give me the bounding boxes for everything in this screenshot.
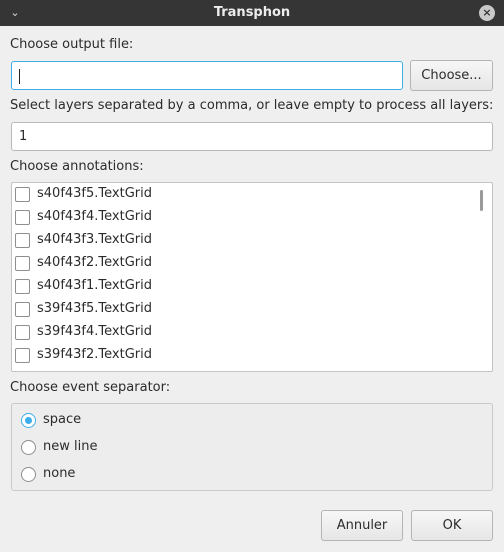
annotation-label: s39f43f4.TextGrid — [37, 324, 152, 339]
annotation-checkbox[interactable] — [15, 187, 30, 202]
list-item[interactable]: s40f43f5.TextGrid — [12, 183, 472, 206]
annotation-label: s40f43f2.TextGrid — [37, 255, 152, 270]
radio-button[interactable] — [21, 467, 36, 482]
scrollbar-thumb[interactable] — [480, 190, 483, 211]
annotation-checkbox[interactable] — [15, 256, 30, 271]
radio-label: space — [43, 412, 82, 427]
annotation-label: s40f43f5.TextGrid — [37, 186, 152, 201]
radio-label: new line — [43, 439, 98, 454]
radio-label: none — [43, 466, 76, 481]
output-file-input[interactable] — [11, 61, 403, 90]
radio-option-space[interactable]: space — [20, 410, 220, 432]
annotation-label: s40f43f1.TextGrid — [37, 278, 152, 293]
radio-option-new-line[interactable]: new line — [20, 437, 220, 459]
text-caret — [19, 69, 20, 84]
list-item[interactable]: s40f43f2.TextGrid — [12, 252, 472, 275]
layers-label: Select layers separated by a comma, or l… — [10, 98, 494, 113]
annotation-checkbox[interactable] — [15, 210, 30, 225]
layers-value: 1 — [19, 129, 28, 144]
annotations-label: Choose annotations: — [10, 159, 144, 174]
layers-input[interactable]: 1 — [11, 122, 493, 151]
close-icon[interactable]: × — [479, 5, 495, 21]
list-item[interactable]: s39f43f4.TextGrid — [12, 321, 472, 344]
annotation-checkbox[interactable] — [15, 302, 30, 317]
list-item[interactable]: s39f43f5.TextGrid — [12, 298, 472, 321]
output-file-label: Choose output file: — [10, 37, 134, 52]
annotation-checkbox[interactable] — [15, 233, 30, 248]
annotation-label: s40f43f3.TextGrid — [37, 232, 152, 247]
list-item[interactable]: s40f43f4.TextGrid — [12, 206, 472, 229]
list-item[interactable]: s39f43f2.TextGrid — [12, 344, 472, 367]
cancel-button[interactable]: Annuler — [321, 510, 403, 541]
annotation-checkbox[interactable] — [15, 348, 30, 363]
radio-button[interactable] — [21, 413, 36, 428]
annotation-checkbox[interactable] — [15, 279, 30, 294]
list-item[interactable]: s40f43f3.TextGrid — [12, 229, 472, 252]
annotation-label: s39f43f5.TextGrid — [37, 301, 152, 316]
annotations-list[interactable]: s40f43f5.TextGrid s40f43f4.TextGrid s40f… — [11, 182, 493, 372]
radio-button[interactable] — [21, 440, 36, 455]
list-item[interactable]: s40f43f1.TextGrid — [12, 275, 472, 298]
separator-group: space new line none — [11, 403, 493, 491]
choose-file-button[interactable]: Choose... — [410, 60, 493, 91]
window-titlebar: ⌄ Transphon × — [0, 0, 504, 26]
annotation-checkbox[interactable] — [15, 325, 30, 340]
list-item-partial[interactable] — [12, 367, 472, 372]
radio-option-none[interactable]: none — [20, 464, 220, 486]
ok-button[interactable]: OK — [411, 510, 493, 541]
annotation-label: s40f43f4.TextGrid — [37, 209, 152, 224]
annotation-checkbox[interactable] — [15, 371, 30, 372]
window-title: Transphon — [213, 5, 291, 20]
separator-label: Choose event separator: — [10, 380, 171, 395]
annotation-label: s39f43f2.TextGrid — [37, 347, 152, 362]
